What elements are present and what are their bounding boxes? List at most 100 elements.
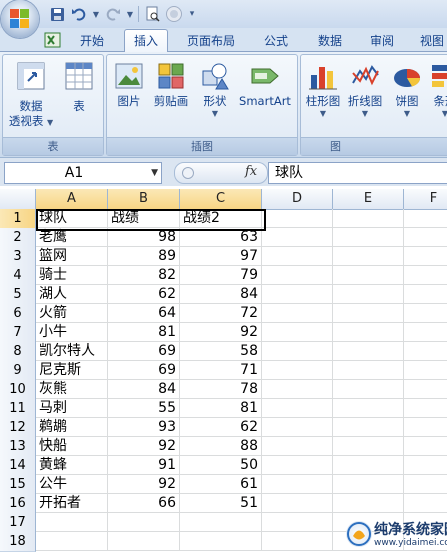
smartart-button[interactable]: SmartArt <box>237 61 293 109</box>
cell-c9[interactable]: 71 <box>180 361 262 380</box>
save-icon[interactable] <box>48 5 66 23</box>
cell-d17[interactable] <box>262 513 333 532</box>
cell-d1[interactable] <box>262 209 333 228</box>
cell-b1[interactable]: 战绩 <box>108 209 180 228</box>
row-header-12[interactable]: 12 <box>0 418 36 438</box>
cell-f13[interactable] <box>404 437 447 456</box>
cell-d8[interactable] <box>262 342 333 361</box>
cell-e16[interactable] <box>333 494 404 513</box>
cell-f14[interactable] <box>404 456 447 475</box>
cell-e11[interactable] <box>333 399 404 418</box>
cell-b18[interactable] <box>108 532 180 551</box>
cell-f16[interactable] <box>404 494 447 513</box>
cell-d18[interactable] <box>262 532 333 551</box>
cell-c8[interactable]: 58 <box>180 342 262 361</box>
cell-b10[interactable]: 84 <box>108 380 180 399</box>
select-all-corner[interactable] <box>0 189 36 210</box>
cell-c6[interactable]: 72 <box>180 304 262 323</box>
row-header-14[interactable]: 14 <box>0 456 36 476</box>
cell-d15[interactable] <box>262 475 333 494</box>
cell-a16[interactable]: 开拓者 <box>36 494 108 513</box>
cell-b5[interactable]: 62 <box>108 285 180 304</box>
undo-dropdown-icon[interactable]: ▼ <box>92 5 100 23</box>
cell-e12[interactable] <box>333 418 404 437</box>
cell-a3[interactable]: 篮网 <box>36 247 108 266</box>
tab-view[interactable]: 视图 <box>412 31 447 51</box>
cell-c2[interactable]: 63 <box>180 228 262 247</box>
cell-a1[interactable]: 球队 <box>36 209 108 228</box>
cell-a8[interactable]: 凯尔特人 <box>36 342 108 361</box>
cell-f2[interactable] <box>404 228 447 247</box>
cell-e10[interactable] <box>333 380 404 399</box>
cell-c16[interactable]: 51 <box>180 494 262 513</box>
cell-f6[interactable] <box>404 304 447 323</box>
cell-e7[interactable] <box>333 323 404 342</box>
cell-a4[interactable]: 骑士 <box>36 266 108 285</box>
cell-c15[interactable]: 61 <box>180 475 262 494</box>
office-button[interactable] <box>1 0 39 38</box>
redo-icon[interactable] <box>104 5 122 23</box>
cell-d3[interactable] <box>262 247 333 266</box>
cell-b3[interactable]: 89 <box>108 247 180 266</box>
row-header-6[interactable]: 6 <box>0 304 36 324</box>
cell-b13[interactable]: 92 <box>108 437 180 456</box>
pie-chart-button[interactable]: 饼图 ▼ <box>389 61 425 119</box>
row-header-9[interactable]: 9 <box>0 361 36 381</box>
cell-d2[interactable] <box>262 228 333 247</box>
cell-f10[interactable] <box>404 380 447 399</box>
undo-icon[interactable] <box>70 5 88 23</box>
cell-e6[interactable] <box>333 304 404 323</box>
row-header-13[interactable]: 13 <box>0 437 36 457</box>
cell-b8[interactable]: 69 <box>108 342 180 361</box>
cell-d14[interactable] <box>262 456 333 475</box>
cell-e8[interactable] <box>333 342 404 361</box>
cell-c11[interactable]: 81 <box>180 399 262 418</box>
row-header-18[interactable]: 18 <box>0 532 36 552</box>
cell-e4[interactable] <box>333 266 404 285</box>
row-header-2[interactable]: 2 <box>0 228 36 248</box>
cell-a18[interactable] <box>36 532 108 551</box>
cell-f11[interactable] <box>404 399 447 418</box>
table-button[interactable]: 表 <box>59 61 99 114</box>
cell-a13[interactable]: 快船 <box>36 437 108 456</box>
cell-e2[interactable] <box>333 228 404 247</box>
tab-formulas[interactable]: 公式 <box>254 31 298 51</box>
picture-button[interactable]: 图片 <box>111 61 147 109</box>
cell-c18[interactable] <box>180 532 262 551</box>
cell-b17[interactable] <box>108 513 180 532</box>
cell-d13[interactable] <box>262 437 333 456</box>
cell-c3[interactable]: 97 <box>180 247 262 266</box>
cell-f7[interactable] <box>404 323 447 342</box>
cell-e15[interactable] <box>333 475 404 494</box>
cell-a7[interactable]: 小牛 <box>36 323 108 342</box>
cell-e9[interactable] <box>333 361 404 380</box>
column-header-b[interactable]: B <box>108 189 180 210</box>
row-header-7[interactable]: 7 <box>0 323 36 343</box>
cell-a2[interactable]: 老鹰 <box>36 228 108 247</box>
cell-b15[interactable]: 92 <box>108 475 180 494</box>
column-header-c[interactable]: C <box>180 189 262 210</box>
cell-b14[interactable]: 91 <box>108 456 180 475</box>
row-header-1[interactable]: 1 <box>0 209 36 229</box>
cell-b7[interactable]: 81 <box>108 323 180 342</box>
cell-f15[interactable] <box>404 475 447 494</box>
spelling-icon[interactable] <box>165 5 183 23</box>
row-header-8[interactable]: 8 <box>0 342 36 362</box>
clipart-button[interactable]: 剪贴画 <box>151 61 191 109</box>
row-header-5[interactable]: 5 <box>0 285 36 305</box>
cell-c10[interactable]: 78 <box>180 380 262 399</box>
cell-e14[interactable] <box>333 456 404 475</box>
cell-d4[interactable] <box>262 266 333 285</box>
cell-f12[interactable] <box>404 418 447 437</box>
cell-a14[interactable]: 黄蜂 <box>36 456 108 475</box>
cell-b4[interactable]: 82 <box>108 266 180 285</box>
cell-b16[interactable]: 66 <box>108 494 180 513</box>
cell-a11[interactable]: 马刺 <box>36 399 108 418</box>
cell-d7[interactable] <box>262 323 333 342</box>
tab-review[interactable]: 审阅 <box>360 31 404 51</box>
cell-f9[interactable] <box>404 361 447 380</box>
print-preview-icon[interactable] <box>143 5 161 23</box>
name-box[interactable]: A1 ▼ <box>4 162 162 184</box>
name-box-dropdown-icon[interactable]: ▼ <box>151 163 158 183</box>
cell-c13[interactable]: 88 <box>180 437 262 456</box>
